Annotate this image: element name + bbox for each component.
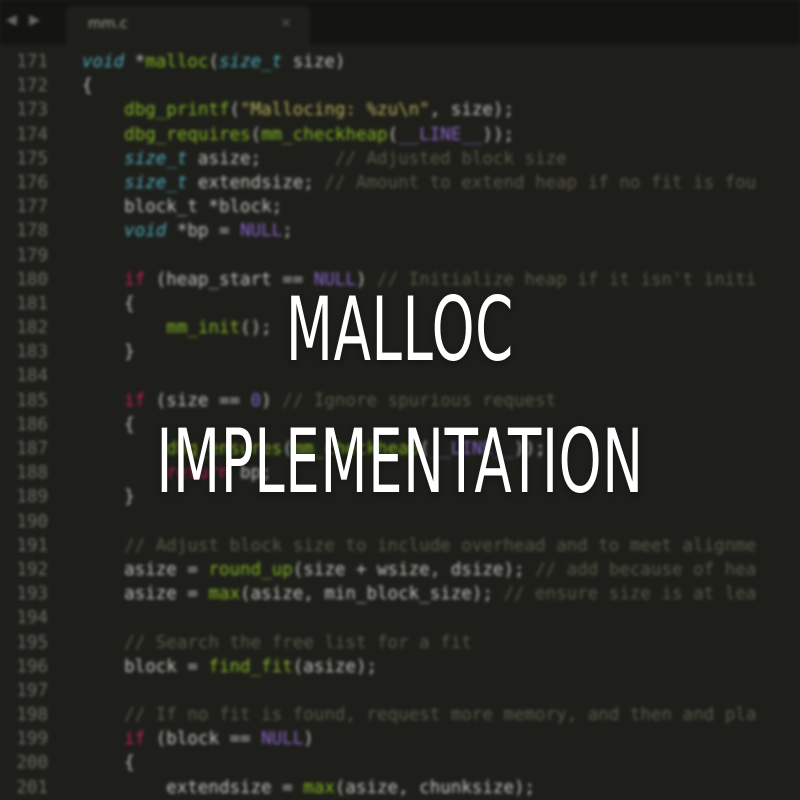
- thumbnail-frame: ◀ ▶ mm.c × 171 void *malloc(size_t size) 1…: [0, 0, 800, 800]
- headline-text-1: MALLOC: [285, 278, 514, 381]
- headline-line-1: MALLOC: [0, 286, 800, 374]
- headline-line-2: IMPLEMENTATION: [0, 418, 800, 506]
- dark-overlay: [0, 0, 800, 800]
- headline-text-2: IMPLEMENTATION: [156, 410, 644, 513]
